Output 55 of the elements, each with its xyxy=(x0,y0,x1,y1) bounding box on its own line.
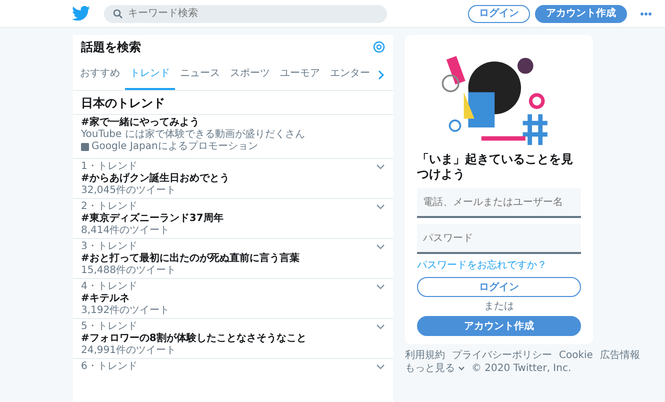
promoted-icon xyxy=(81,143,89,151)
chevron-down-icon[interactable] xyxy=(376,364,385,370)
input-field[interactable]: 電話、メールまたはユーザー名 xyxy=(417,188,581,218)
trend-context: 6・トレンド xyxy=(81,361,138,373)
trend-context: 1・トレンド xyxy=(81,161,138,172)
tweet-count: 3,192件のツイート xyxy=(81,305,171,317)
trend-title[interactable]: #家で一緒にやってみよう xyxy=(81,117,385,129)
tweet-count: 24,991件のツイート xyxy=(81,345,177,357)
footer-link[interactable]: Cookie xyxy=(559,349,593,362)
tweet-count: 15,488件のツイート xyxy=(81,265,177,277)
chevron-down-icon[interactable] xyxy=(376,204,385,210)
chevron-down-icon[interactable] xyxy=(458,366,464,371)
trend-title[interactable]: #東京ディズニーランド37周年 xyxy=(81,213,385,225)
trend-title[interactable]: #からあげクン誕生日おめでとう xyxy=(81,173,385,185)
tab[interactable]: おすすめ xyxy=(75,60,125,90)
more-link[interactable]: もっと見る xyxy=(405,362,455,375)
trend-context: 4・トレンド xyxy=(81,281,138,293)
settings-icon[interactable] xyxy=(373,41,385,53)
signup-heading: 「いま」起きていることを見つけよう xyxy=(417,152,574,182)
more-icon[interactable] xyxy=(640,12,652,16)
footer-link[interactable]: 利用規約 xyxy=(405,349,445,362)
tweet-count: 32,045件のツイート xyxy=(81,185,177,197)
chevron-down-icon[interactable] xyxy=(376,324,385,330)
tab[interactable]: エンター xyxy=(325,60,375,90)
promo-description: YouTube には家で体験できる動画が盛りだくさん xyxy=(81,129,306,140)
tweet-count: 8,414件のツイート xyxy=(81,225,171,237)
signup-button[interactable]: アカウント作成 xyxy=(417,316,581,336)
footer-link[interactable]: プライバシーポリシー xyxy=(452,349,552,362)
login-button[interactable]: ログイン xyxy=(417,277,581,297)
copyright-text: © 2020 Twitter, Inc. xyxy=(472,362,572,375)
chevron-down-icon[interactable] xyxy=(376,284,385,290)
footer-link[interactable]: 広告情報 xyxy=(600,349,640,362)
promoter-text: Google Japanによるプロモーション xyxy=(92,141,258,153)
tab[interactable]: トレンド xyxy=(125,60,175,90)
bird-logo-icon[interactable] xyxy=(72,6,90,21)
tab[interactable]: ニュース xyxy=(175,60,225,90)
tab[interactable]: スポーツ xyxy=(225,60,275,90)
chevron-down-icon[interactable] xyxy=(376,164,385,170)
chevron-right-icon[interactable] xyxy=(378,70,385,80)
signup-button[interactable]: アカウント作成 xyxy=(535,4,627,22)
trend-context: 3・トレンド xyxy=(81,241,138,252)
trend-title[interactable]: #おと打って最初に出たのが死ぬ直前に言う言葉 xyxy=(81,253,385,265)
input-field[interactable]: パスワード xyxy=(417,224,581,254)
forgot-password-link[interactable]: パスワードをお忘れですか？ xyxy=(417,258,547,273)
trend-title[interactable]: #キテルネ xyxy=(81,293,385,305)
login-button[interactable]: ログイン xyxy=(468,4,530,22)
separator-text: または xyxy=(483,300,515,314)
tab[interactable]: ユーモア xyxy=(275,60,325,90)
trend-context: 2・トレンド xyxy=(81,201,138,212)
trend-context: 5・トレンド xyxy=(81,321,138,333)
section-title: 日本のトレンド xyxy=(80,95,166,112)
trend-title[interactable]: #フォロワーの8割が体験したことなさそうなこと xyxy=(81,333,385,345)
page-title: 話題を検索 xyxy=(81,39,141,56)
chevron-down-icon[interactable] xyxy=(376,244,385,250)
search-field[interactable]: キーワード検索 xyxy=(104,4,387,22)
